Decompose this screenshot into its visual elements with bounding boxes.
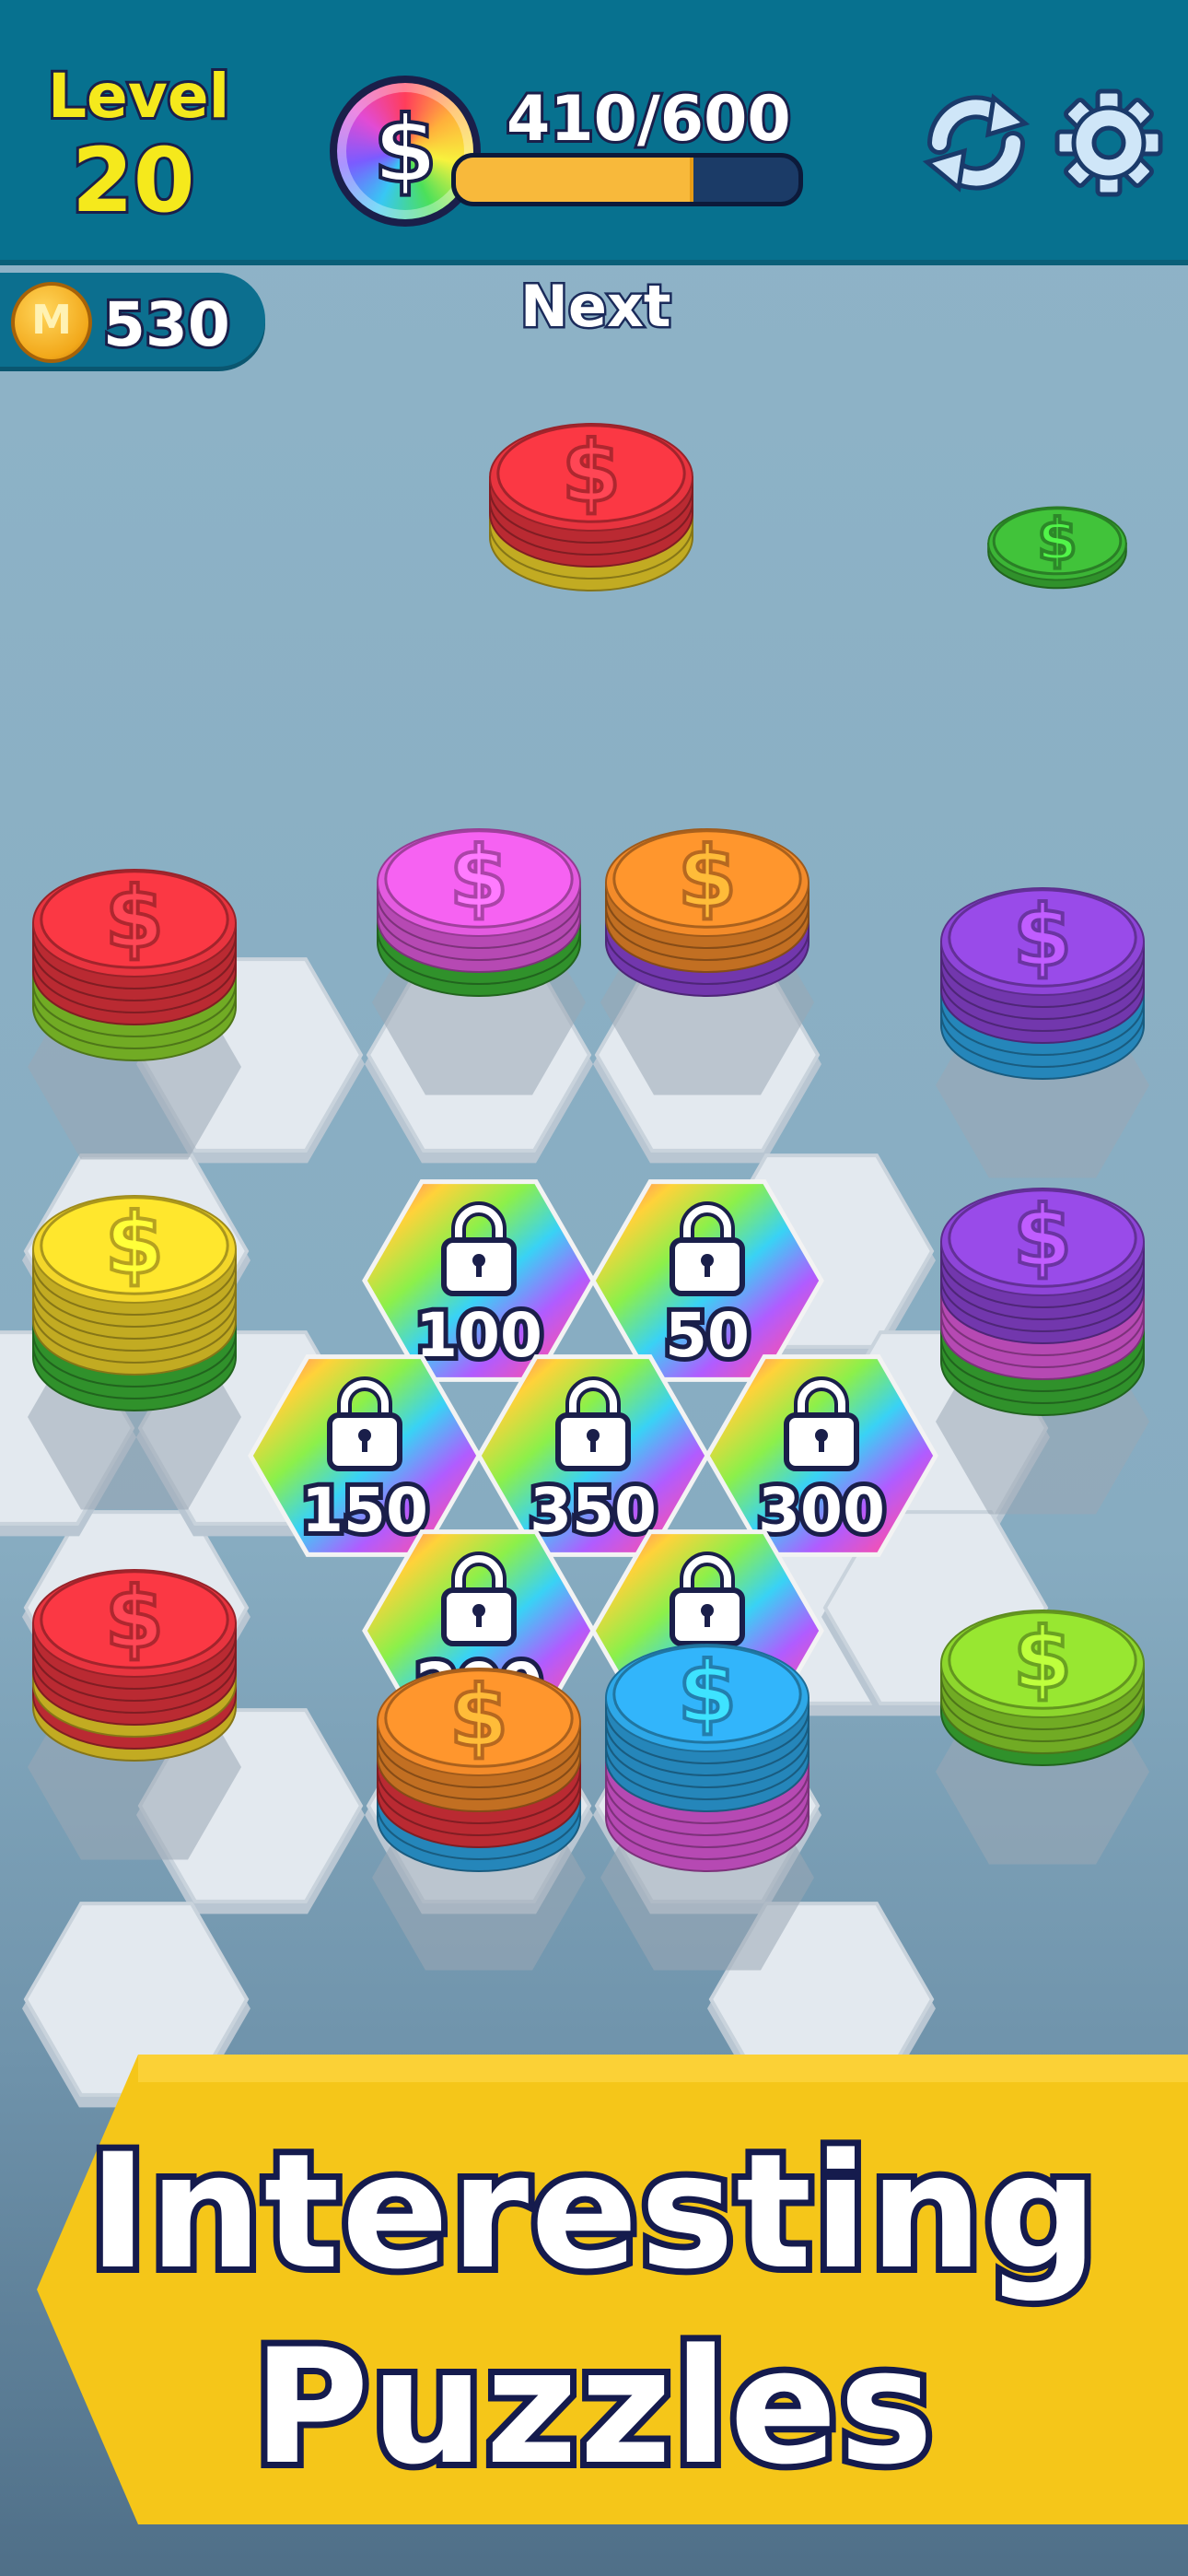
coin-stack-low-left[interactable]: $ [28,1567,241,1860]
unlock-cost: 100 [415,1300,542,1371]
dollar-icon: $ [1037,507,1077,574]
coin-stack-mid-right[interactable]: $ [936,1186,1149,1515]
dollar-icon: $ [562,423,621,521]
coin-stack-preview-stack[interactable]: $ [987,505,1127,590]
dollar-icon: $ [105,1569,164,1668]
coin-stack-next-stack[interactable]: $ [489,421,693,591]
dollar-icon: $ [105,869,164,967]
unlock-cost: 150 [301,1475,428,1546]
coin-stack-top-left[interactable]: $ [28,867,241,1160]
unlock-cost: 50 [665,1300,750,1371]
dollar-icon: $ [678,1644,737,1742]
dollar-icon: $ [678,828,737,927]
banner-title-line2: Puzzles [247,2308,940,2506]
locked-cell[interactable]: 100 [362,1179,596,1382]
unlock-cost: 300 [758,1475,885,1546]
unlock-cost: 350 [530,1475,657,1546]
banner-title-line1: Interesting [82,2113,1104,2311]
dollar-icon: $ [449,1668,508,1766]
dollar-icon: $ [1013,1188,1072,1286]
coin-stack-top-pink[interactable]: $ [372,826,586,1095]
coin-stack-low-right[interactable]: $ [936,1608,1149,1865]
coin-stack-mid-left[interactable]: $ [28,1193,241,1510]
coin-stack-top-right[interactable]: $ [936,885,1149,1178]
dollar-icon: $ [449,828,508,927]
coin-stack-bottom-orange[interactable]: $ [372,1666,586,1971]
locked-cell[interactable]: 350 [476,1354,710,1557]
dollar-icon: $ [1013,1610,1072,1708]
coin-stack-top-orange[interactable]: $ [600,826,814,1095]
coin-stack-bottom-blue[interactable]: $ [600,1642,814,1971]
dollar-icon: $ [105,1195,164,1294]
dollar-icon: $ [1013,887,1072,986]
